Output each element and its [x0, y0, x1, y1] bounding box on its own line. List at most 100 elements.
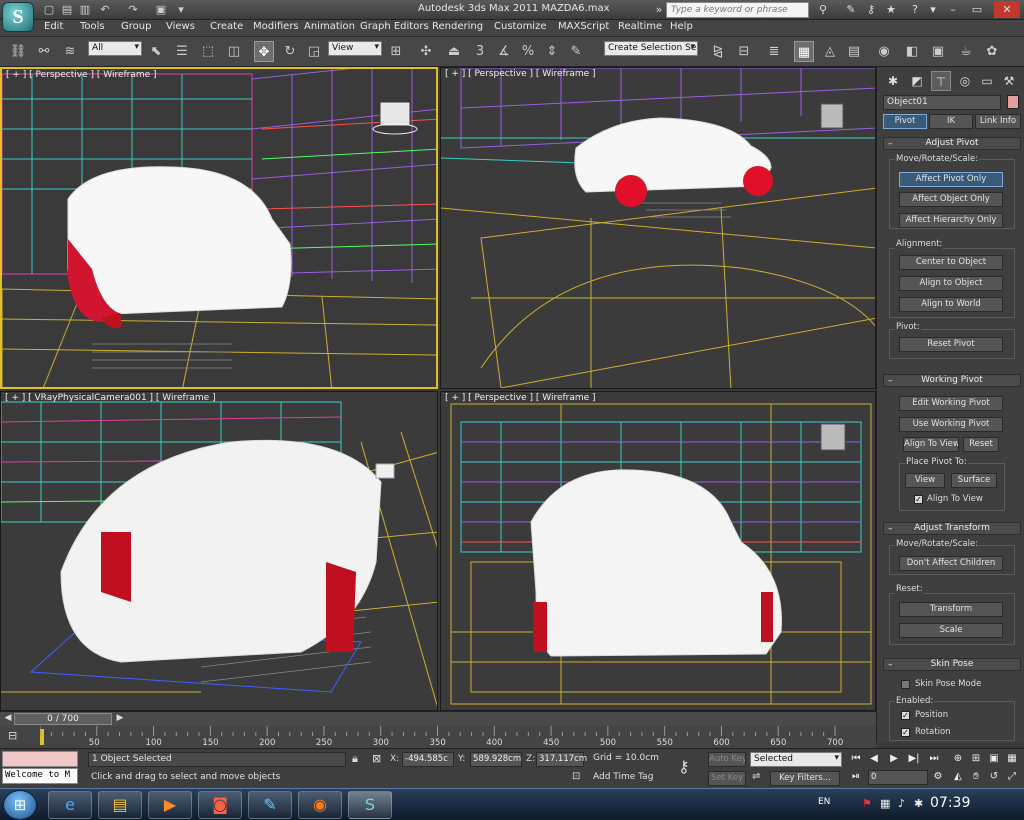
- tab-ik[interactable]: IK: [929, 114, 973, 129]
- time-slider-handle[interactable]: 0 / 700: [14, 713, 112, 725]
- hierarchy-tab-icon[interactable]: ⊤: [931, 71, 951, 91]
- menu-help[interactable]: Help: [670, 21, 693, 32]
- prev-frame-arrow-icon[interactable]: ◀: [2, 713, 14, 725]
- reset-transform-button[interactable]: Transform: [899, 602, 1003, 617]
- redo-icon[interactable]: ↷: [124, 2, 142, 17]
- zoom-all-icon[interactable]: ⊞: [968, 752, 984, 766]
- network-flag-icon[interactable]: ⚑: [862, 797, 872, 810]
- maximize-viewport-icon[interactable]: ⤢: [1004, 770, 1020, 784]
- material-editor-icon[interactable]: ◉: [874, 41, 894, 62]
- internet-explorer-icon[interactable]: e: [48, 791, 92, 819]
- reset-pivot-button[interactable]: Reset Pivot: [899, 337, 1003, 352]
- rollout-skin-pose[interactable]: Skin Pose: [883, 658, 1021, 671]
- quick-access-dropdown-icon[interactable]: ▾: [172, 2, 190, 17]
- field-of-view-icon[interactable]: ◭: [950, 770, 966, 784]
- render-iterative-icon[interactable]: ✿: [982, 41, 1002, 62]
- affect-pivot-only-button[interactable]: Affect Pivot Only: [899, 172, 1003, 187]
- play-icon[interactable]: ▶: [886, 752, 902, 766]
- object-color-swatch[interactable]: [1007, 95, 1019, 109]
- layer-manager-icon[interactable]: ≣: [764, 41, 784, 62]
- affect-object-only-button[interactable]: Affect Object Only: [899, 192, 1003, 207]
- viewport-top-left[interactable]: [ + ] [ Perspective ] [ Wireframe ]: [0, 67, 438, 389]
- maximize-icon[interactable]: ▭: [968, 1, 986, 18]
- z-coordinate-field[interactable]: 317.117cm: [536, 752, 587, 767]
- select-manipulate-icon[interactable]: ✣: [416, 41, 436, 62]
- mini-curve-editor-icon[interactable]: ⊟: [8, 729, 26, 745]
- app-logo-icon[interactable]: S: [2, 2, 34, 32]
- place-view-button[interactable]: View: [905, 473, 945, 488]
- close-window-icon[interactable]: ✕: [994, 1, 1020, 18]
- selection-filter-dropdown[interactable]: All: [88, 41, 142, 56]
- align-to-view-checkbox[interactable]: ✓: [914, 495, 923, 504]
- rollout-adjust-pivot[interactable]: Adjust Pivot: [883, 137, 1021, 150]
- align-icon[interactable]: ⊟: [734, 41, 754, 62]
- search-input[interactable]: Type a keyword or phrase: [666, 2, 809, 18]
- align-to-object-button[interactable]: Align to Object: [899, 276, 1003, 291]
- maxscript-listener-output[interactable]: [2, 751, 78, 767]
- menu-modifiers[interactable]: Modifiers: [253, 21, 299, 32]
- viewport-label[interactable]: [ + ] [ Perspective ] [ Wireframe ]: [445, 393, 596, 403]
- select-object-icon[interactable]: ⬉: [146, 41, 166, 62]
- align-to-view-button[interactable]: Align To View: [903, 437, 959, 452]
- track-bar[interactable]: ⊟ 50 100 150 200 250 300 350 400 450 500 550 600 650…: [0, 726, 876, 748]
- named-selection-dropdown[interactable]: Create Selection Se: [604, 41, 698, 56]
- rotation-checkbox[interactable]: ✓: [901, 728, 910, 737]
- motion-tab-icon[interactable]: ◎: [955, 71, 975, 91]
- viewport-label[interactable]: [ + ] [ Perspective ] [ Wireframe ]: [445, 69, 596, 79]
- affect-hierarchy-only-button[interactable]: Affect Hierarchy Only: [899, 213, 1003, 228]
- edit-working-pivot-button[interactable]: Edit Working Pivot: [899, 396, 1003, 411]
- select-by-name-icon[interactable]: ☰: [172, 41, 192, 62]
- rect-selection-icon[interactable]: ⬚: [198, 41, 218, 62]
- go-to-end-icon[interactable]: ⏭: [926, 752, 942, 766]
- prev-frame-icon[interactable]: ◀: [866, 752, 882, 766]
- rollout-adjust-transform[interactable]: Adjust Transform: [883, 522, 1021, 535]
- schematic-view-icon[interactable]: ▤: [844, 41, 864, 62]
- set-key-icon[interactable]: ⚷: [678, 757, 702, 777]
- select-and-rotate-icon[interactable]: ↻: [280, 41, 300, 62]
- next-frame-arrow-icon[interactable]: ▶: [114, 713, 126, 725]
- absolute-mode-icon[interactable]: ⊠: [372, 752, 386, 766]
- maxscript-listener-input[interactable]: Welcome to M: [2, 768, 78, 784]
- reference-coord-dropdown[interactable]: View: [328, 41, 382, 56]
- key-mode-toggle-icon[interactable]: ⏯: [848, 770, 864, 784]
- menu-create[interactable]: Create: [210, 21, 243, 32]
- key-icon[interactable]: ⚷: [862, 1, 880, 18]
- pan-icon[interactable]: ✋︎: [968, 770, 984, 784]
- window-crossing-icon[interactable]: ◫: [224, 41, 244, 62]
- edit-named-selection-icon[interactable]: ✎: [566, 41, 586, 62]
- pivot-center-icon[interactable]: ⊞: [386, 41, 406, 62]
- select-and-link-icon[interactable]: ⛓: [8, 41, 28, 62]
- reset-scale-button[interactable]: Scale: [899, 623, 1003, 638]
- center-to-object-button[interactable]: Center to Object: [899, 255, 1003, 270]
- create-tab-icon[interactable]: ✱: [883, 71, 903, 91]
- language-indicator[interactable]: EN: [818, 797, 830, 807]
- menu-group[interactable]: Group: [121, 21, 151, 32]
- help-dropdown-icon[interactable]: ▾: [924, 1, 942, 18]
- new-file-icon[interactable]: ▢: [40, 2, 58, 17]
- save-file-icon[interactable]: ▥: [76, 2, 94, 17]
- place-surface-button[interactable]: Surface: [951, 473, 997, 488]
- curve-editor-icon[interactable]: ◬: [820, 41, 840, 62]
- star-icon[interactable]: ★: [882, 1, 900, 18]
- keyboard-shortcut-icon[interactable]: ⏏: [444, 41, 464, 62]
- orbit-icon[interactable]: ↺: [986, 770, 1002, 784]
- key-tangent-icon[interactable]: ⇌: [752, 771, 766, 785]
- zoom-extents-icon[interactable]: ▣: [986, 752, 1002, 766]
- key-filters-button[interactable]: Key Filters...: [770, 771, 840, 786]
- reset-working-pivot-button[interactable]: Reset: [963, 437, 999, 452]
- go-to-start-icon[interactable]: ⏮: [848, 752, 864, 766]
- align-to-world-button[interactable]: Align to World: [899, 297, 1003, 312]
- unlink-icon[interactable]: ⚯: [34, 41, 54, 62]
- key-mode-dropdown[interactable]: Selected: [750, 752, 842, 767]
- media-player-icon[interactable]: ▶: [148, 791, 192, 819]
- photo-app-icon[interactable]: ◙: [198, 791, 242, 819]
- start-button-icon[interactable]: ⊞: [3, 790, 37, 820]
- dont-affect-children-button[interactable]: Don't Affect Children: [899, 556, 1003, 571]
- percent-snap-icon[interactable]: %: [518, 41, 538, 62]
- network-icon[interactable]: ▦: [880, 797, 890, 810]
- minimize-icon[interactable]: –: [944, 1, 962, 18]
- mirror-icon[interactable]: ⧎: [708, 41, 728, 62]
- viewport-label[interactable]: [ + ] [ VRayPhysicalCamera001 ] [ Wirefr…: [5, 393, 216, 403]
- time-tag-icon[interactable]: ⊡: [572, 771, 586, 785]
- menu-tools[interactable]: Tools: [80, 21, 105, 32]
